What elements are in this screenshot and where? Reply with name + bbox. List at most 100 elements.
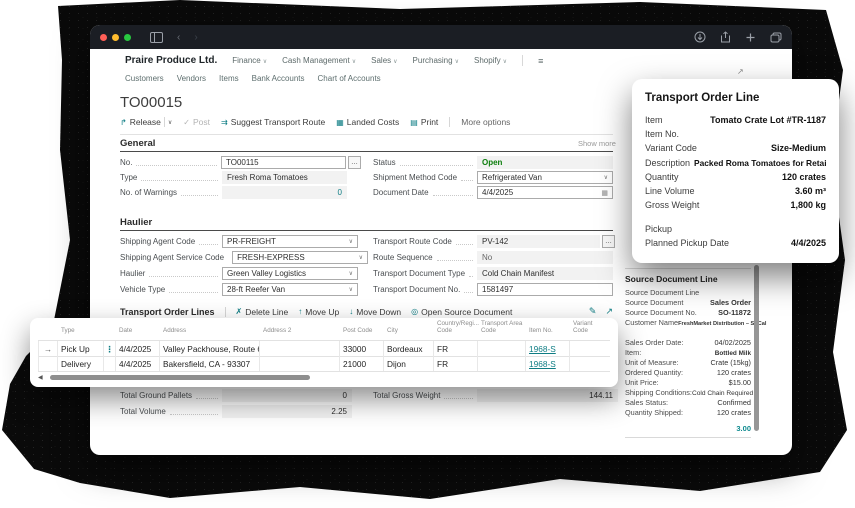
haulier-select[interactable]: Green Valley Logistics∨	[222, 267, 358, 280]
field-label: Shipment Method Code	[373, 173, 457, 182]
lines-section-header: Transport Order Lines ✗Delete Line ↑Move…	[120, 306, 613, 317]
divider	[120, 151, 613, 152]
warnings-field[interactable]: 0	[222, 186, 347, 199]
menu-finance[interactable]: Finance∨	[232, 56, 267, 65]
back-icon[interactable]: ‹	[177, 32, 180, 43]
minimize-window-button[interactable]	[112, 34, 119, 41]
agent-service-select[interactable]: FRESH-EXPRESS∨	[232, 251, 368, 264]
post-icon: ✓	[183, 118, 190, 127]
downloads-icon[interactable]	[694, 31, 706, 43]
show-more-link[interactable]: Show more	[578, 139, 616, 148]
move-down-button[interactable]: ↓Move Down	[349, 307, 401, 317]
nav-chart-of-accounts[interactable]: Chart of Accounts	[318, 74, 381, 83]
vehicle-type-select[interactable]: 28-ft Reefer Van∨	[222, 283, 358, 296]
hamburger-icon[interactable]: ≡	[538, 56, 543, 66]
company-name[interactable]: Praire Produce Ltd.	[125, 55, 217, 66]
menu-cash-management[interactable]: Cash Management∨	[282, 56, 356, 65]
forward-icon[interactable]: ›	[194, 32, 197, 43]
field-label: Status	[373, 158, 396, 167]
factbox-row: Quantity Shipped:120 crates	[625, 408, 751, 417]
dotted-leader	[461, 179, 473, 181]
more-options-button[interactable]: More options	[461, 117, 510, 127]
assist-edit-button[interactable]: …	[602, 235, 615, 248]
scroll-left-icon[interactable]: ◀	[38, 374, 43, 381]
action-bar: ↱ Release ∨ ✓ Post ⇉ Suggest Transport R…	[120, 117, 510, 127]
open-source-document-button[interactable]: ◎Open Source Document	[411, 307, 512, 317]
dotted-leader	[136, 164, 217, 166]
card-title: Transport Order Line	[645, 92, 826, 104]
dotted-leader	[181, 194, 218, 196]
document-date-field[interactable]: 4/4/2025▦	[477, 186, 613, 199]
shipment-method-select[interactable]: Refrigerated Van∨	[477, 171, 613, 184]
arrow-up-icon: ↑	[298, 307, 302, 316]
general-section-heading[interactable]: General	[120, 138, 155, 149]
factbox-group-label: Source Document Line	[625, 288, 699, 297]
suggest-transport-route-button[interactable]: ⇉ Suggest Transport Route	[221, 117, 325, 127]
factbox-expand-icon[interactable]: ↗	[737, 67, 744, 76]
new-tab-icon[interactable]	[745, 32, 756, 43]
transport-route-field: PV-142	[477, 235, 600, 248]
nav-customers[interactable]: Customers	[125, 74, 164, 83]
tab-overview-icon[interactable]	[770, 32, 782, 43]
post-button[interactable]: ✓ Post	[183, 117, 210, 127]
horizontal-scrollbar[interactable]: ◀	[38, 375, 610, 381]
item-no-link[interactable]: 1968-S	[529, 344, 556, 354]
zoom-window-button[interactable]	[124, 34, 131, 41]
open-document-icon: ◎	[411, 307, 418, 316]
row-menu-icon[interactable]: ⋮	[104, 341, 116, 356]
card-row: Line Volume3.60 m³	[645, 186, 826, 200]
move-up-button[interactable]: ↑Move Up	[298, 307, 339, 317]
close-window-button[interactable]	[100, 34, 107, 41]
divider	[522, 55, 523, 66]
dotted-leader	[456, 243, 473, 245]
landed-costs-button[interactable]: ▦ Landed Costs	[336, 117, 399, 127]
route-icon: ⇉	[221, 118, 228, 127]
factbox-total[interactable]: 3.00	[625, 424, 751, 433]
expand-icon[interactable]: ↗	[605, 306, 613, 317]
field-label: Transport Document No.	[373, 285, 460, 294]
dotted-leader	[437, 259, 473, 261]
divider	[225, 307, 226, 317]
card-row: Quantity120 crates	[645, 172, 826, 186]
nav-bank-accounts[interactable]: Bank Accounts	[252, 74, 305, 83]
dotted-leader	[444, 397, 473, 399]
factbox-scrollbar[interactable]	[754, 265, 759, 431]
transport-doc-no-field[interactable]: 1581497	[477, 283, 613, 296]
table-row[interactable]: → Pick Up ⋮ 4/4/2025 Valley Packhouse, R…	[38, 340, 610, 357]
screenshot-canvas: ‹ › Prair	[0, 0, 855, 508]
field-label: Total Volume	[120, 407, 166, 416]
field-label: Transport Document Type	[373, 269, 465, 278]
no-field[interactable]: TO00115	[221, 156, 346, 169]
divider	[120, 230, 613, 231]
haulier-section-heading[interactable]: Haulier	[120, 217, 152, 228]
chevron-down-icon[interactable]: ∨	[168, 119, 172, 126]
shipping-agent-select[interactable]: PR-FREIGHT∨	[222, 235, 358, 248]
assist-edit-button[interactable]: …	[348, 156, 361, 169]
menu-shopify[interactable]: Shopify∨	[474, 56, 507, 65]
release-button[interactable]: ↱ Release ∨	[120, 117, 172, 127]
factbox-row: Source Document No.SO-11872	[625, 308, 751, 317]
field-label: Shipping Agent Code	[120, 237, 195, 246]
lines-heading[interactable]: Transport Order Lines	[120, 307, 215, 317]
delete-icon: ✗	[236, 307, 243, 316]
route-sequence-field: No	[477, 251, 613, 264]
dotted-leader	[196, 397, 218, 399]
divider	[625, 268, 751, 269]
card-group-label: Pickup	[645, 224, 826, 238]
delete-line-button[interactable]: ✗Delete Line	[236, 307, 289, 317]
nav-items[interactable]: Items	[219, 74, 239, 83]
factbox-row: Unit of Measure:Crate (15kg)	[625, 358, 751, 367]
share-icon[interactable]	[720, 31, 731, 43]
edit-list-icon[interactable]: ✎	[589, 306, 597, 317]
menu-purchasing[interactable]: Purchasing∨	[413, 56, 459, 65]
scrollbar-thumb[interactable]	[50, 375, 310, 380]
chevron-down-icon: ∨	[349, 238, 353, 245]
menu-sales[interactable]: Sales∨	[371, 56, 397, 65]
sidebar-toggle-icon[interactable]	[150, 32, 163, 43]
nav-vendors[interactable]: Vendors	[177, 74, 206, 83]
item-no-link[interactable]: 1968-S	[529, 359, 556, 369]
factbox-row: Sales Status:Confirmed	[625, 398, 751, 407]
print-button[interactable]: ▤ Print	[410, 117, 438, 127]
calendar-icon[interactable]: ▦	[601, 189, 608, 197]
table-row[interactable]: Delivery 4/4/2025 Bakersfield, CA - 9330…	[38, 356, 610, 372]
